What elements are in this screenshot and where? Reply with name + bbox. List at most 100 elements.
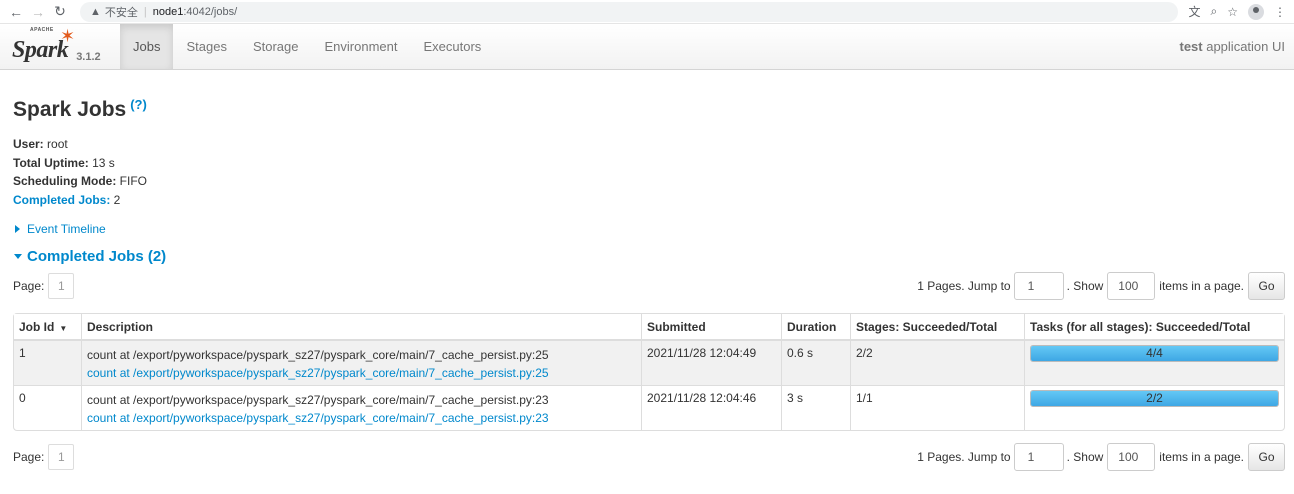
col-submitted[interactable]: Submitted xyxy=(641,314,781,340)
spark-logo[interactable]: APACHE Spark ✶ 3.1.2 xyxy=(0,24,120,69)
application-name: test application UI xyxy=(1179,39,1285,54)
go-button[interactable]: Go xyxy=(1248,272,1285,300)
tasks-cell: 2/2 xyxy=(1024,385,1284,430)
job-id-cell: 1 xyxy=(14,340,81,385)
page-content: Spark Jobs (?) User: root Total Uptime: … xyxy=(0,97,1294,471)
help-tooltip[interactable]: (?) xyxy=(130,97,147,112)
completed-jobs-table: Job Id ▼ Description Submitted Duration S… xyxy=(13,313,1285,431)
col-tasks[interactable]: Tasks (for all stages): Succeeded/Total xyxy=(1024,314,1284,340)
page-label: Page: xyxy=(13,450,45,464)
pages-text: 1 Pages. Jump to xyxy=(917,279,1011,293)
app-name-bold: test xyxy=(1179,39,1203,54)
spark-version: 3.1.2 xyxy=(76,51,101,63)
page-label: Page: xyxy=(13,279,45,293)
items-text: items in a page. xyxy=(1159,279,1244,293)
table-row: 0 count at /export/pyworkspace/pyspark_s… xyxy=(14,385,1284,430)
jump-to-page-input[interactable]: 1 xyxy=(1013,272,1064,300)
col-description[interactable]: Description xyxy=(81,314,641,340)
col-duration[interactable]: Duration xyxy=(781,314,850,340)
description-text: count at /export/pyworkspace/pyspark_sz2… xyxy=(87,348,549,362)
browser-toolbar: ← → ↻ ▲ 不安全 | node1:4042/jobs/ 文 ⌕ ☆ ⋮ xyxy=(0,0,1294,24)
job-summary: User: root Total Uptime: 13 s Scheduling… xyxy=(13,135,1285,209)
jump-to-page-input[interactable]: 1 xyxy=(1013,443,1064,471)
col-job-id[interactable]: Job Id ▼ xyxy=(14,314,81,340)
duration-cell: 3 s xyxy=(781,385,850,430)
apache-logo-text: APACHE xyxy=(30,27,54,33)
page-number-button[interactable]: 1 xyxy=(48,444,75,470)
user-value: root xyxy=(43,137,68,151)
spark-star-icon: ✶ xyxy=(60,26,76,46)
reload-icon[interactable]: ↻ xyxy=(52,3,68,20)
summary-scheduling-mode: Scheduling Mode: FIFO xyxy=(13,172,1285,191)
page-size-input[interactable]: 100 xyxy=(1107,443,1156,471)
description-cell: count at /export/pyworkspace/pyspark_sz2… xyxy=(81,385,641,430)
profile-avatar-icon[interactable] xyxy=(1248,3,1264,20)
mode-value: FIFO xyxy=(116,174,148,188)
pagination-top: Page: 1 1 Pages. Jump to 1 . Show 100 it… xyxy=(13,272,1285,300)
tasks-progress-label: 4/4 xyxy=(1146,346,1163,360)
browser-menu-icon[interactable]: ⋮ xyxy=(1274,5,1286,19)
stages-cell: 2/2 xyxy=(850,340,1024,385)
items-text: items in a page. xyxy=(1159,450,1244,464)
url-path: :4042/jobs/ xyxy=(183,5,238,18)
help-link[interactable]: (?) xyxy=(130,97,147,112)
description-cell: count at /export/pyworkspace/pyspark_sz2… xyxy=(81,340,641,385)
uptime-label: Total Uptime: xyxy=(13,155,89,170)
tab-stages[interactable]: Stages xyxy=(173,24,239,69)
table-row: 1 count at /export/pyworkspace/pyspark_s… xyxy=(14,340,1284,385)
tasks-cell: 4/4 xyxy=(1024,340,1284,385)
summary-uptime: Total Uptime: 13 s xyxy=(13,154,1285,173)
description-text: count at /export/pyworkspace/pyspark_sz2… xyxy=(87,393,549,407)
tab-jobs[interactable]: Jobs xyxy=(120,24,174,69)
zoom-icon[interactable]: ⌕ xyxy=(1211,4,1218,19)
description-link[interactable]: count at /export/pyworkspace/pyspark_sz2… xyxy=(87,364,636,382)
mode-label: Scheduling Mode: xyxy=(13,174,117,188)
completed-jobs-heading: Completed Jobs (2) xyxy=(27,248,167,265)
insecure-label: 不安全 xyxy=(104,6,138,19)
stages-cell: 1/1 xyxy=(850,385,1024,430)
user-label: User: xyxy=(13,137,44,151)
page-title: Spark Jobs (?) xyxy=(13,97,1285,122)
spark-navbar: APACHE Spark ✶ 3.1.2 Jobs Stages Storage… xyxy=(0,24,1294,70)
address-bar[interactable]: ▲ 不安全 | node1:4042/jobs/ xyxy=(80,1,1179,22)
summary-completed-jobs: Completed Jobs: 2 xyxy=(13,191,1285,210)
url-host: node1 xyxy=(152,5,184,18)
page-number-button[interactable]: 1 xyxy=(48,273,75,299)
table-header-row: Job Id ▼ Description Submitted Duration S… xyxy=(14,314,1284,340)
job-id-cell: 0 xyxy=(14,385,81,430)
event-timeline-label: Event Timeline xyxy=(27,222,106,236)
show-text: . Show xyxy=(1066,279,1104,293)
description-link[interactable]: count at /export/pyworkspace/pyspark_sz2… xyxy=(87,409,636,427)
app-name-rest: application UI xyxy=(1202,39,1285,54)
translate-icon[interactable]: 文 xyxy=(1188,3,1200,20)
job-id-header: Job Id xyxy=(19,319,55,334)
uptime-value: 13 s xyxy=(88,155,115,170)
tasks-progress-label: 2/2 xyxy=(1146,391,1163,405)
tasks-progress-bar: 4/4 xyxy=(1030,345,1279,362)
back-arrow-icon[interactable]: ← xyxy=(8,4,24,20)
col-stages[interactable]: Stages: Succeeded/Total xyxy=(850,314,1024,340)
tab-storage[interactable]: Storage xyxy=(240,24,312,69)
go-button[interactable]: Go xyxy=(1248,443,1285,471)
browser-actions: 文 ⌕ ☆ ⋮ xyxy=(1178,3,1286,20)
address-separator: | xyxy=(143,5,147,18)
pagination-bottom: Page: 1 1 Pages. Jump to 1 . Show 100 it… xyxy=(13,443,1285,471)
submitted-cell: 2021/11/28 12:04:49 xyxy=(641,340,781,385)
tab-environment[interactable]: Environment xyxy=(312,24,411,69)
completed-jobs-value: 2 xyxy=(110,192,121,207)
submitted-cell: 2021/11/28 12:04:46 xyxy=(641,385,781,430)
show-text: . Show xyxy=(1066,450,1104,464)
tab-executors[interactable]: Executors xyxy=(410,24,494,69)
sort-desc-icon: ▼ xyxy=(59,323,68,333)
completed-jobs-section-toggle[interactable]: Completed Jobs (2) xyxy=(13,248,1285,265)
event-timeline-toggle[interactable]: Event Timeline xyxy=(13,222,1285,236)
completed-jobs-link[interactable]: Completed Jobs: xyxy=(13,193,110,207)
tasks-progress-bar: 2/2 xyxy=(1030,390,1279,407)
forward-arrow-icon[interactable]: → xyxy=(30,4,46,20)
bookmark-star-icon[interactable]: ☆ xyxy=(1227,5,1238,19)
warning-triangle-icon: ▲ xyxy=(90,5,101,18)
page-size-input[interactable]: 100 xyxy=(1107,272,1156,300)
collapse-arrow-icon xyxy=(14,254,22,259)
duration-cell: 0.6 s xyxy=(781,340,850,385)
expand-arrow-icon xyxy=(15,225,20,233)
